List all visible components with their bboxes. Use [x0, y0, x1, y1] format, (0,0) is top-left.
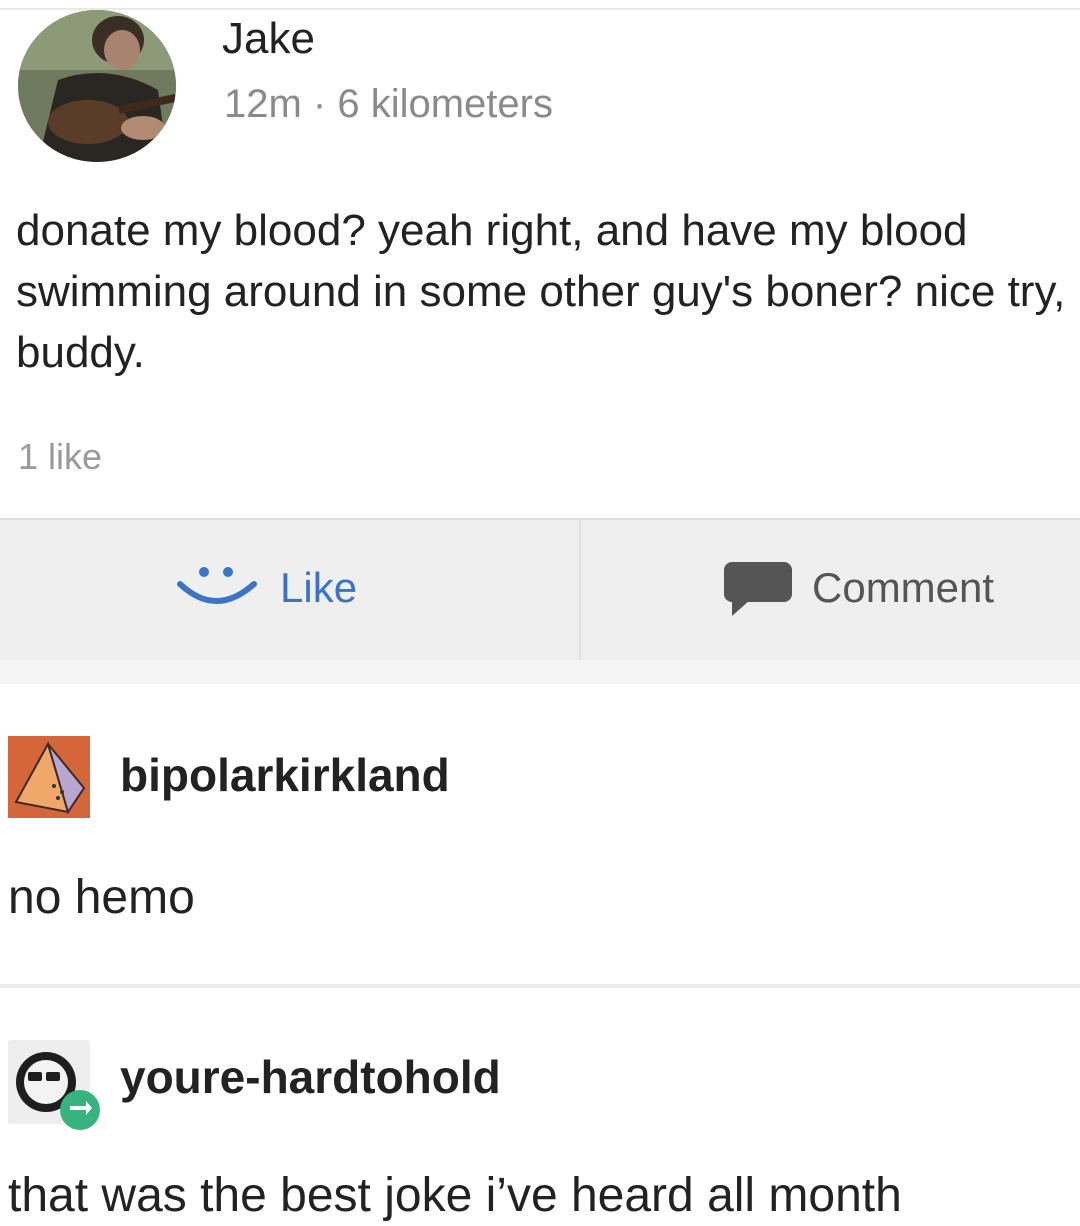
- pyramid-avatar-icon[interactable]: [8, 736, 90, 818]
- like-label: Like: [280, 564, 358, 611]
- action-divider: [579, 520, 581, 660]
- post-meta: 12m · 6 kilometers: [224, 82, 553, 126]
- author-name[interactable]: Jake: [222, 14, 315, 64]
- speech-bubble-icon: [724, 562, 792, 616]
- post-body: donate my blood? yeah right, and have my…: [16, 206, 1066, 377]
- divider: [0, 8, 1080, 10]
- comment: bipolarkirkland no hemo: [0, 684, 1080, 984]
- comment-username[interactable]: bipolarkirkland: [120, 748, 450, 802]
- action-bar: Like Comment: [0, 518, 1080, 662]
- profile-photo: [18, 10, 176, 162]
- comment-username[interactable]: youre-hardtohold: [120, 1050, 501, 1104]
- like-count[interactable]: 1 like: [18, 436, 102, 478]
- author-avatar[interactable]: [18, 10, 176, 162]
- comment-label: Comment: [812, 564, 995, 611]
- section-gap: [0, 660, 1080, 684]
- smiley-icon: [177, 567, 257, 604]
- comment-text: that was the best joke i’ve heard all mo…: [8, 1169, 902, 1222]
- comment-text: no hemo: [8, 871, 195, 924]
- sunglasses-avatar-icon[interactable]: [8, 1040, 100, 1130]
- like-button[interactable]: Like: [172, 548, 357, 628]
- comment: youre-hardtohold that was the best joke …: [0, 988, 1080, 1226]
- comment-button[interactable]: Comment: [722, 548, 994, 628]
- post-card: Jake 12m · 6 kilometers donate my blood?…: [0, 0, 1080, 680]
